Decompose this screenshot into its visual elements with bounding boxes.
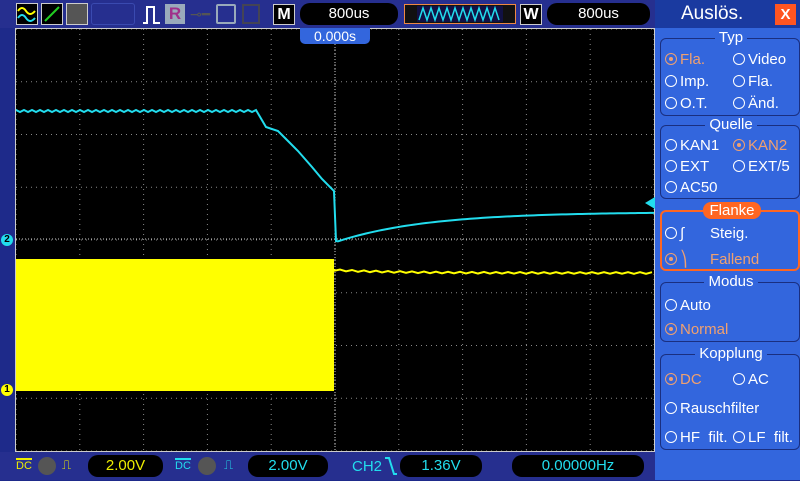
falling-edge-option[interactable]: ⎞ Fallend xyxy=(665,250,759,268)
save-icon[interactable] xyxy=(216,4,236,24)
xy-mode-icon[interactable] xyxy=(41,3,63,25)
waveform-icon[interactable] xyxy=(16,3,38,25)
ch1-scale[interactable]: 2.00V xyxy=(88,455,163,477)
status-box xyxy=(91,3,135,25)
ch1-trace xyxy=(333,268,653,275)
trigger-source[interactable]: CH2 xyxy=(352,458,382,475)
frequency-counter: 0.00000Hz xyxy=(512,455,644,477)
flanke-label: Flanke xyxy=(703,202,761,219)
typ-label: Typ xyxy=(714,29,748,46)
coupling-dc-option[interactable]: DC xyxy=(665,371,702,388)
source-ac50-option[interactable]: AC50 xyxy=(665,179,718,196)
top-toolbar: R ⊸━ M 800us W 800us xyxy=(0,0,655,28)
source-ext5-option[interactable]: EXT/5 xyxy=(733,158,790,175)
quelle-label: Quelle xyxy=(705,116,757,133)
pulse-icon[interactable] xyxy=(142,3,162,30)
ch1-invert-icon: ⎍ xyxy=(62,457,72,472)
trigger-level[interactable]: 1.36V xyxy=(400,455,482,477)
trigger-position-label[interactable]: 0.000s xyxy=(300,28,370,44)
status-bar: DC ⎍ 2.00V DC ⎍ 2.00V CH2 1.36V 0.00000H… xyxy=(0,452,655,480)
typ-ot-option[interactable]: O.T. xyxy=(665,95,708,112)
ch2-ground-marker[interactable]: 2 xyxy=(1,234,13,246)
quelle-group: Quelle KAN1 KAN2 EXT EXT/5 AC50 xyxy=(660,116,800,199)
ch1-bw-limit-icon xyxy=(38,457,56,475)
flanke-group: Flanke ∫ Steig. ⎞ Fallend xyxy=(660,202,800,271)
run-state-indicator[interactable]: R xyxy=(165,4,185,24)
coupling-ac-option[interactable]: AC xyxy=(733,371,769,388)
print-icon[interactable] xyxy=(242,4,260,24)
ch2-scale[interactable]: 2.00V xyxy=(248,455,328,477)
falling-edge-icon xyxy=(384,456,398,481)
key-lock-icon[interactable]: ⊸━ xyxy=(190,6,210,23)
close-button[interactable]: X xyxy=(775,4,796,25)
kopplung-label: Kopplung xyxy=(695,345,767,362)
persistence-icon[interactable] xyxy=(66,3,88,25)
coupling-lf-filter-option[interactable]: LF filt. xyxy=(733,429,793,446)
main-timebase-label: M xyxy=(273,4,295,25)
typ-alt-option[interactable]: Änd. xyxy=(733,95,779,112)
typ-video-option[interactable]: Video xyxy=(733,51,786,68)
trigger-level-marker[interactable] xyxy=(645,197,655,209)
ch2-invert-icon: ⎍ xyxy=(224,457,234,472)
modus-group: Modus Auto Normal xyxy=(660,273,800,342)
graticule xyxy=(15,28,655,452)
source-kan2-option[interactable]: KAN2 xyxy=(733,137,787,154)
typ-group: Typ Fla. Video Imp. Fla. O.T. Änd. xyxy=(660,29,800,116)
coupling-noise-filter-option[interactable]: Rauschfilter xyxy=(665,400,759,417)
kopplung-group: Kopplung DC AC Rauschfilter HF filt. LF … xyxy=(660,345,800,450)
ch2-bw-limit-icon xyxy=(198,457,216,475)
rising-edge-option[interactable]: ∫ Steig. xyxy=(665,225,748,242)
window-timebase-value[interactable]: 800us xyxy=(547,3,650,25)
source-ext-option[interactable]: EXT xyxy=(665,158,709,175)
coupling-hf-filter-option[interactable]: HF filt. xyxy=(665,429,728,446)
ch1-ground-marker[interactable]: 1 xyxy=(1,384,13,396)
window-overview[interactable] xyxy=(404,4,516,24)
timebase-value[interactable]: 800us xyxy=(300,3,398,25)
ch1-coupling[interactable]: DC xyxy=(16,458,32,472)
typ-edge-option[interactable]: Fla. xyxy=(665,51,705,68)
ch2-coupling[interactable]: DC xyxy=(175,458,191,472)
modus-label: Modus xyxy=(704,273,758,290)
mode-auto-option[interactable]: Auto xyxy=(665,297,711,314)
source-kan1-option[interactable]: KAN1 xyxy=(665,137,719,154)
mode-normal-option[interactable]: Normal xyxy=(665,321,728,338)
window-timebase-label: W xyxy=(520,4,542,25)
ch1-trace-noise-band xyxy=(16,259,334,391)
trigger-menu: Auslös. X Typ Fla. Video Imp. Fla. O.T. … xyxy=(655,0,800,480)
typ-pulse-option[interactable]: Imp. xyxy=(665,73,709,90)
waveform-display[interactable] xyxy=(15,28,655,452)
typ-slope-option[interactable]: Fla. xyxy=(733,73,773,90)
